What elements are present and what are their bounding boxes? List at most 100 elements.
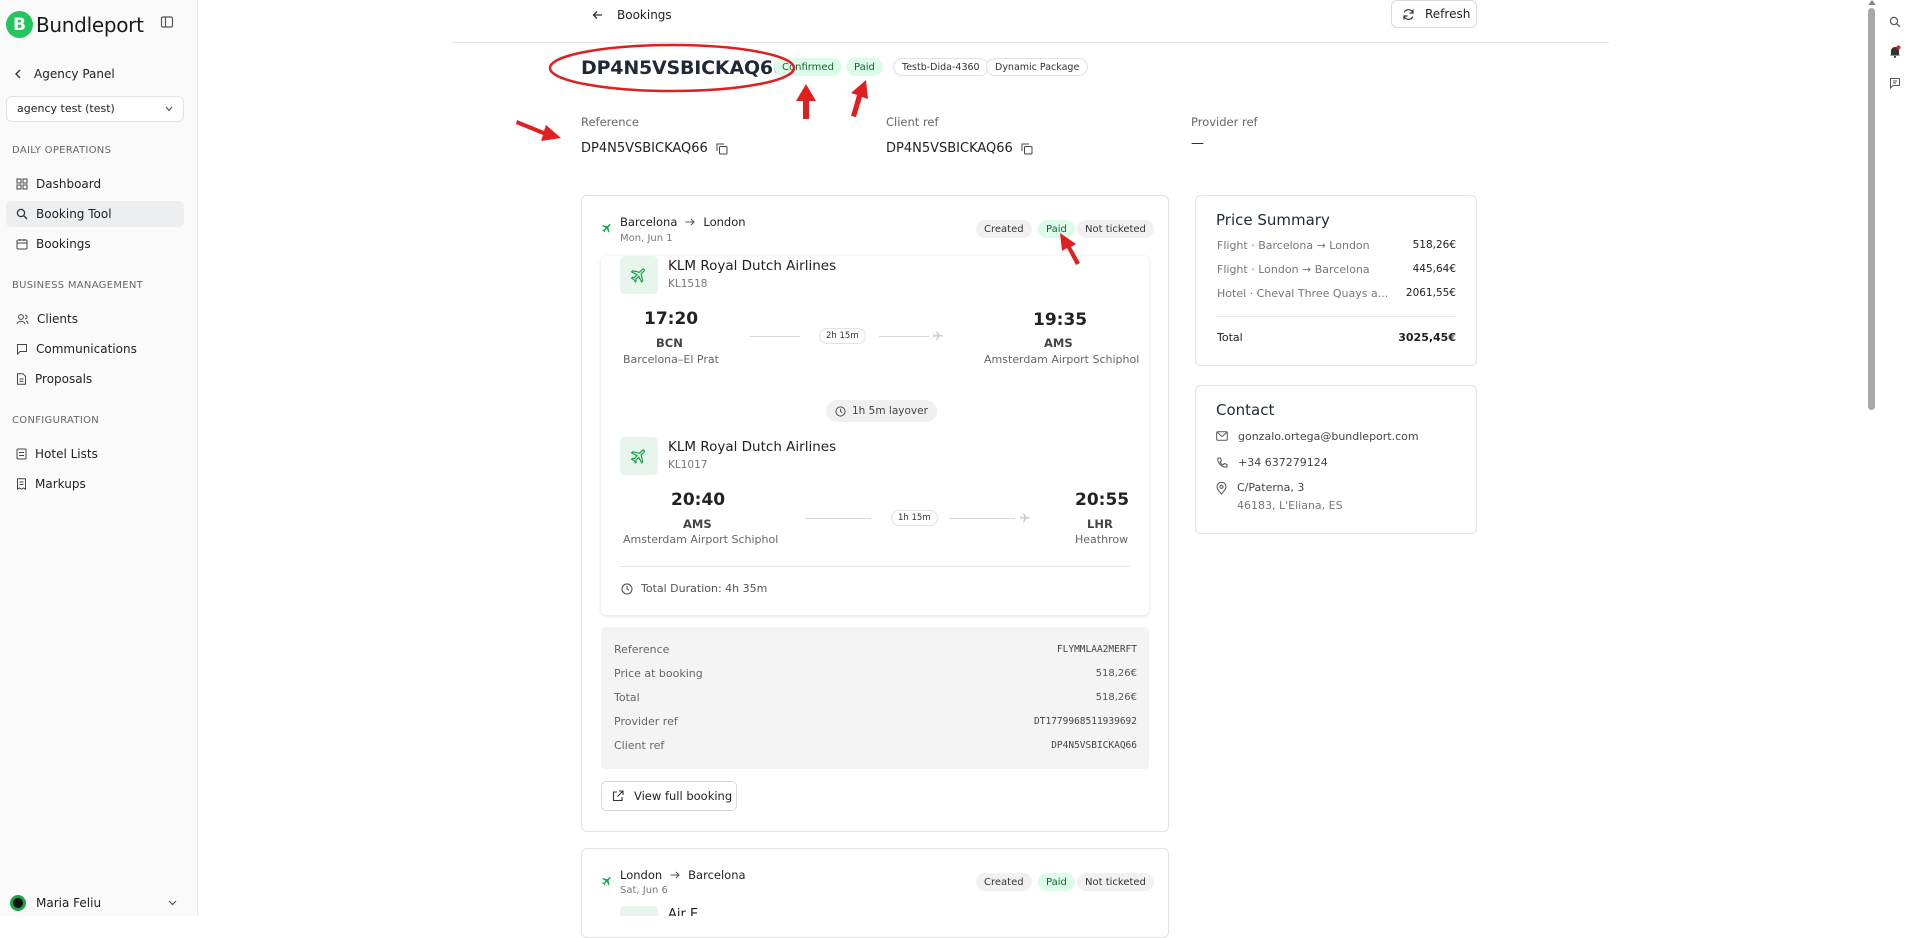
feedback-icon[interactable] [1889, 77, 1901, 89]
receipt-icon [16, 478, 27, 490]
layover-text: 1h 5m layover [852, 405, 928, 417]
sidebar-toggle-icon[interactable] [160, 15, 174, 29]
refresh-icon [1402, 8, 1415, 21]
arrival-time: 19:35 [1033, 310, 1088, 330]
search-icon[interactable] [1889, 16, 1901, 28]
flight-date: Mon, Jun 1 [620, 233, 673, 244]
sidebar-item-label: Bookings [36, 237, 91, 251]
departure-airport: Barcelona–El Prat [623, 353, 719, 366]
segments-divider [620, 566, 1130, 567]
view-full-booking-button[interactable]: View full booking [601, 781, 737, 811]
detail-label: Price at booking [614, 667, 703, 680]
arrow-right-icon [685, 218, 696, 226]
plane-icon [601, 875, 613, 887]
copy-icon[interactable] [716, 143, 728, 155]
detail-label: Total [614, 691, 640, 704]
message-icon [16, 343, 28, 355]
user-name: Maria Feliu [36, 896, 102, 910]
copy-icon[interactable] [1021, 143, 1033, 155]
back-to-bookings-link[interactable]: Bookings [592, 8, 672, 22]
sidebar-item-clients[interactable]: Clients [6, 306, 184, 332]
detail-label: Provider ref [614, 715, 678, 728]
price-divider [1216, 316, 1456, 317]
user-menu[interactable]: Maria Feliu [10, 895, 177, 911]
sidebar-item-proposals[interactable]: Proposals [6, 366, 184, 392]
section-business-management: BUSINESS MANAGEMENT [12, 280, 144, 291]
view-full-booking-label: View full booking [634, 789, 733, 803]
price-summary-title: Price Summary [1216, 211, 1330, 229]
sidebar-item-label: Clients [37, 312, 78, 326]
route-to: London [703, 215, 746, 229]
contact-email[interactable]: gonzalo.ortega@bundleport.com [1238, 428, 1419, 446]
flight-date: Sat, Jun 6 [620, 885, 668, 896]
route-from: London [620, 868, 663, 882]
detail-value: DT1779968511939692 [1034, 716, 1137, 727]
price-row: Flight · Barcelona → London 518,26€ [1217, 239, 1456, 252]
route-line [950, 518, 1015, 519]
airline-name: KLM Royal Dutch Airlines [668, 258, 837, 274]
header-divider [451, 42, 1609, 43]
contact-address: C/Paterna, 3 46183, L'Eliana, ES [1237, 481, 1343, 512]
route-line [750, 336, 800, 337]
map-pin-icon [1216, 482, 1227, 495]
price-row-amount: 518,26€ [1412, 239, 1456, 251]
provider-ref-value: — [1191, 136, 1204, 151]
agency-panel-label: Agency Panel [34, 67, 115, 81]
route-line [879, 336, 929, 337]
scrollbar-thumb[interactable] [1868, 8, 1875, 410]
agency-panel-link[interactable]: Agency Panel [14, 67, 115, 81]
sidebar-item-label: Markups [35, 477, 86, 491]
sidebar-item-bookings[interactable]: Bookings [6, 231, 184, 257]
refresh-button[interactable]: Refresh [1391, 0, 1477, 28]
chevron-down-icon [168, 900, 177, 906]
section-daily-operations: DAILY OPERATIONS [12, 145, 112, 156]
sidebar-item-markups[interactable]: Markups [6, 471, 184, 497]
status-badge-created: Created [976, 220, 1032, 238]
arrow-left-icon [592, 10, 603, 20]
contact-email-row: gonzalo.ortega@bundleport.com [1216, 428, 1419, 446]
status-badge-created: Created [976, 873, 1032, 891]
reference-label: Reference [581, 115, 639, 129]
sidebar-item-label: Hotel Lists [35, 447, 98, 461]
departure-time: 20:40 [671, 490, 726, 510]
section-configuration: CONFIGURATION [12, 415, 100, 426]
agency-select[interactable]: agency test (test) [6, 96, 184, 122]
annotation-arrow-confirmed [796, 84, 816, 119]
arrival-code: AMS [1044, 336, 1073, 350]
chevron-left-icon [14, 69, 22, 79]
agency-select-value: agency test (test) [17, 102, 115, 115]
price-row-amount: 445,64€ [1412, 263, 1456, 275]
app-logo[interactable]: B Bundleport [6, 11, 144, 38]
client-ref-label: Client ref [886, 115, 939, 129]
sidebar-item-hotel-lists[interactable]: Hotel Lists [6, 441, 184, 467]
status-badge-paid: Paid [846, 58, 883, 76]
contact-phone-row: +34 637279124 [1216, 454, 1328, 472]
price-row-desc: Hotel · Cheval Three Quays a... [1217, 287, 1389, 300]
sidebar-item-dashboard[interactable]: Dashboard [6, 171, 184, 197]
flight-number: KL1017 [668, 459, 708, 471]
annotation-arrow-paid [851, 80, 868, 117]
departure-time: 17:20 [644, 309, 699, 329]
flight-number: KL1518 [668, 278, 708, 290]
airline-name: KLM Royal Dutch Airlines [668, 439, 837, 455]
sidebar-item-communications[interactable]: Communications [6, 336, 184, 362]
detail-value: 518,26€ [1095, 692, 1137, 703]
layover-pill: 1h 5m layover [826, 400, 937, 422]
price-summary-card: Price Summary Flight · Barcelona → Londo… [1195, 195, 1477, 366]
clock-icon [835, 405, 846, 417]
annotation-arrow-reference [516, 120, 561, 141]
arrival-time: 20:55 [1075, 490, 1130, 510]
scroll-up-arrow[interactable] [1868, 0, 1876, 5]
departure-code: AMS [683, 517, 712, 531]
arrow-right-icon [670, 871, 680, 879]
flight-route: Barcelona London [620, 215, 746, 229]
sidebar-item-label: Booking Tool [36, 207, 112, 221]
booking-details-box: Reference FLYMMLAA2MERFT Price at bookin… [601, 627, 1149, 769]
document-icon [16, 373, 27, 385]
departure-airport: Amsterdam Airport Schiphol [623, 533, 779, 546]
sidebar-item-booking-tool[interactable]: Booking Tool [6, 201, 184, 227]
bell-icon[interactable] [1889, 45, 1901, 58]
calendar-icon [16, 238, 28, 250]
price-row-desc: Flight · Barcelona → London [1217, 239, 1370, 252]
price-row: Flight · London → Barcelona 445,64€ [1217, 263, 1456, 276]
